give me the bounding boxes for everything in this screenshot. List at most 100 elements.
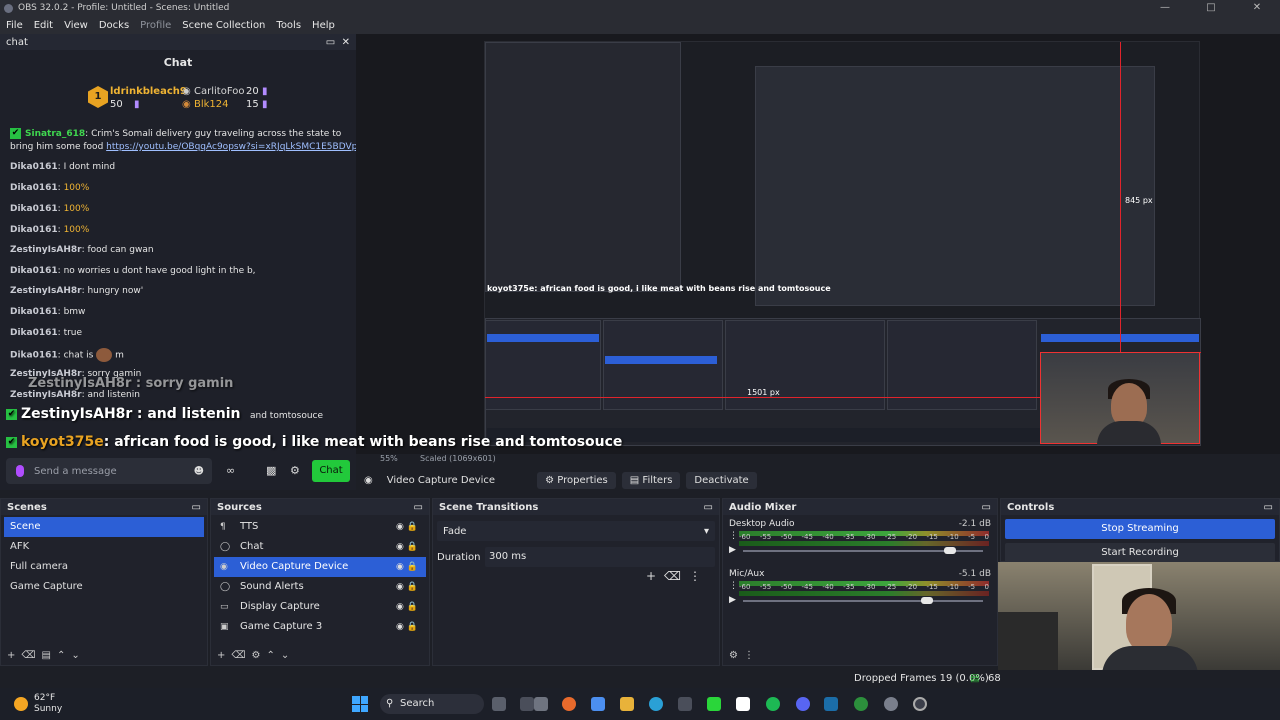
visibility-lock-icons[interactable]: ◉ 🔒 [396,537,426,557]
leader-name-3[interactable]: Blk124 [194,99,229,110]
chat-username[interactable]: Dika0161 [10,204,58,214]
close-icon[interactable]: ✕ [1234,0,1280,16]
menu-profile[interactable]: Profile [140,20,171,31]
chat-send-button[interactable]: Chat [312,460,350,482]
source-item[interactable]: ▭ Display Capture ◉ 🔒 [214,597,426,617]
chess-app-icon[interactable] [520,697,534,711]
mic-icon[interactable] [16,465,24,477]
store-icon[interactable] [678,697,692,711]
chat-username[interactable]: Dika0161 [10,225,58,235]
visibility-lock-icons[interactable]: ◉ 🔒 [396,517,426,537]
maximize-icon[interactable]: □ [1188,0,1234,16]
xbox-icon[interactable] [854,697,868,711]
menu-docks[interactable]: Docks [99,20,129,31]
copilot-icon[interactable] [591,697,605,711]
visibility-lock-icons[interactable]: ◉ 🔒 [396,617,426,637]
undock-icon[interactable]: ▭ [192,502,201,513]
chat-username[interactable]: Dika0161 [10,307,58,317]
delete-icon[interactable]: ⌫ [231,650,251,661]
add-icon[interactable]: + [217,650,231,661]
chat-username[interactable]: Sinatra_618 [25,129,85,139]
firefox-icon[interactable] [562,697,576,711]
more-menu-icon[interactable]: ⋮ [689,569,709,583]
scene-item[interactable]: Scene [4,517,204,537]
deactivate-button[interactable]: Deactivate [686,471,757,489]
speaker-icon[interactable]: ▶ [729,545,736,555]
chat-username[interactable]: ZestinyIsAH8r [10,245,82,255]
leader-name-1[interactable]: ldrinkbleach9 [110,86,187,97]
rewards-icon[interactable]: ▩ [266,464,276,477]
taskbar-search[interactable]: ⚲ Search [380,694,484,714]
chat-username[interactable]: Dika0161 [10,266,58,276]
widgets-icon[interactable] [492,697,506,711]
weather-widget[interactable]: 62°F Sunny [14,693,62,715]
transition-select[interactable]: Fade ▾ [437,521,715,541]
duration-input[interactable]: 300 ms [485,547,715,567]
emote-picker-icon[interactable]: ☻ [194,466,204,477]
gear-icon[interactable]: ⚙ [252,650,267,661]
volume-slider[interactable] [743,597,983,604]
chat-username[interactable]: Dika0161 [10,328,58,338]
undock-icon[interactable]: ▭ [982,502,991,513]
tiktok-icon[interactable] [736,697,750,711]
chat-username[interactable]: Dika0161 [10,162,58,172]
bits-icon[interactable]: ∞ [226,464,235,477]
menu-edit[interactable]: Edit [34,20,53,31]
source-item[interactable]: ◯ Chat ◉ 🔒 [214,537,426,557]
float-icon[interactable]: ▭ [326,37,335,48]
filter-icon[interactable]: ▤ [42,650,57,661]
chat-link[interactable]: https://youtu.be/OBqqAc9opsw?si=xRJqLkSM… [106,142,357,152]
source-item[interactable]: ◯ Sound Alerts ◉ 🔒 [214,577,426,597]
minimize-icon[interactable]: — [1142,0,1188,16]
more-menu-icon[interactable]: ⋮ [744,650,760,661]
channel-menu-icon[interactable]: ⋮ [729,531,738,541]
speaker-icon[interactable]: ▶ [729,595,736,605]
channel-menu-icon[interactable]: ⋮ [729,581,738,591]
edge-icon[interactable] [649,697,663,711]
menu-tools[interactable]: Tools [276,20,301,31]
kick-icon[interactable] [707,697,721,711]
chat-username[interactable]: ZestinyIsAH8r [10,286,82,296]
source-item[interactable]: ▣ Game Capture 3 ◉ 🔒 [214,617,426,637]
delete-icon[interactable]: ⌫ [664,569,689,583]
selected-video-capture-source[interactable] [1040,352,1200,445]
menu-view[interactable]: View [64,20,88,31]
add-icon[interactable]: + [646,569,664,583]
menu-scene-collection[interactable]: Scene Collection [182,20,265,31]
add-icon[interactable]: + [7,650,21,661]
start-recording-button[interactable]: Start Recording [1005,543,1275,563]
move-down-icon[interactable]: ⌄ [281,650,295,661]
chat-username[interactable]: Dika0161 [10,183,58,193]
menu-file[interactable]: File [6,20,23,31]
move-up-icon[interactable]: ⌃ [57,650,71,661]
filters-button[interactable]: ▤ Filters [621,471,681,489]
chat-username[interactable]: Dika0161 [10,351,58,361]
file-explorer-icon[interactable] [620,697,634,711]
task-view-icon[interactable] [534,697,548,711]
scene-item[interactable]: Full camera [4,557,204,577]
visibility-lock-icons[interactable]: ◉ 🔒 [396,557,426,577]
source-item[interactable]: ¶ TTS ◉ 🔒 [214,517,426,537]
discord-icon[interactable] [796,697,810,711]
close-icon[interactable]: ✕ [342,37,350,48]
leader-name-2[interactable]: CarlitoFoo [194,86,244,97]
settings-icon[interactable] [884,697,898,711]
windows-start-icon[interactable] [352,696,368,712]
stop-streaming-button[interactable]: Stop Streaming [1005,519,1275,539]
menu-help[interactable]: Help [312,20,335,31]
gear-icon[interactable]: ⚙ [729,650,744,661]
undock-icon[interactable]: ▭ [1264,502,1273,513]
spotify-icon[interactable] [766,697,780,711]
visibility-lock-icons[interactable]: ◉ 🔒 [396,577,426,597]
scene-item[interactable]: Game Capture [4,577,204,597]
volume-slider-knob[interactable] [943,547,956,554]
steam-icon[interactable] [824,697,838,711]
visibility-lock-icons[interactable]: ◉ 🔒 [396,597,426,617]
properties-button[interactable]: ⚙ Properties [537,471,616,489]
undock-icon[interactable]: ▭ [704,502,713,513]
undock-icon[interactable]: ▭ [414,502,423,513]
obs-taskbar-icon[interactable] [913,697,927,711]
chat-username[interactable]: ZestinyIsAH8r [10,390,82,400]
chat-input[interactable]: Send a message ☻ [6,458,212,484]
move-down-icon[interactable]: ⌄ [71,650,85,661]
